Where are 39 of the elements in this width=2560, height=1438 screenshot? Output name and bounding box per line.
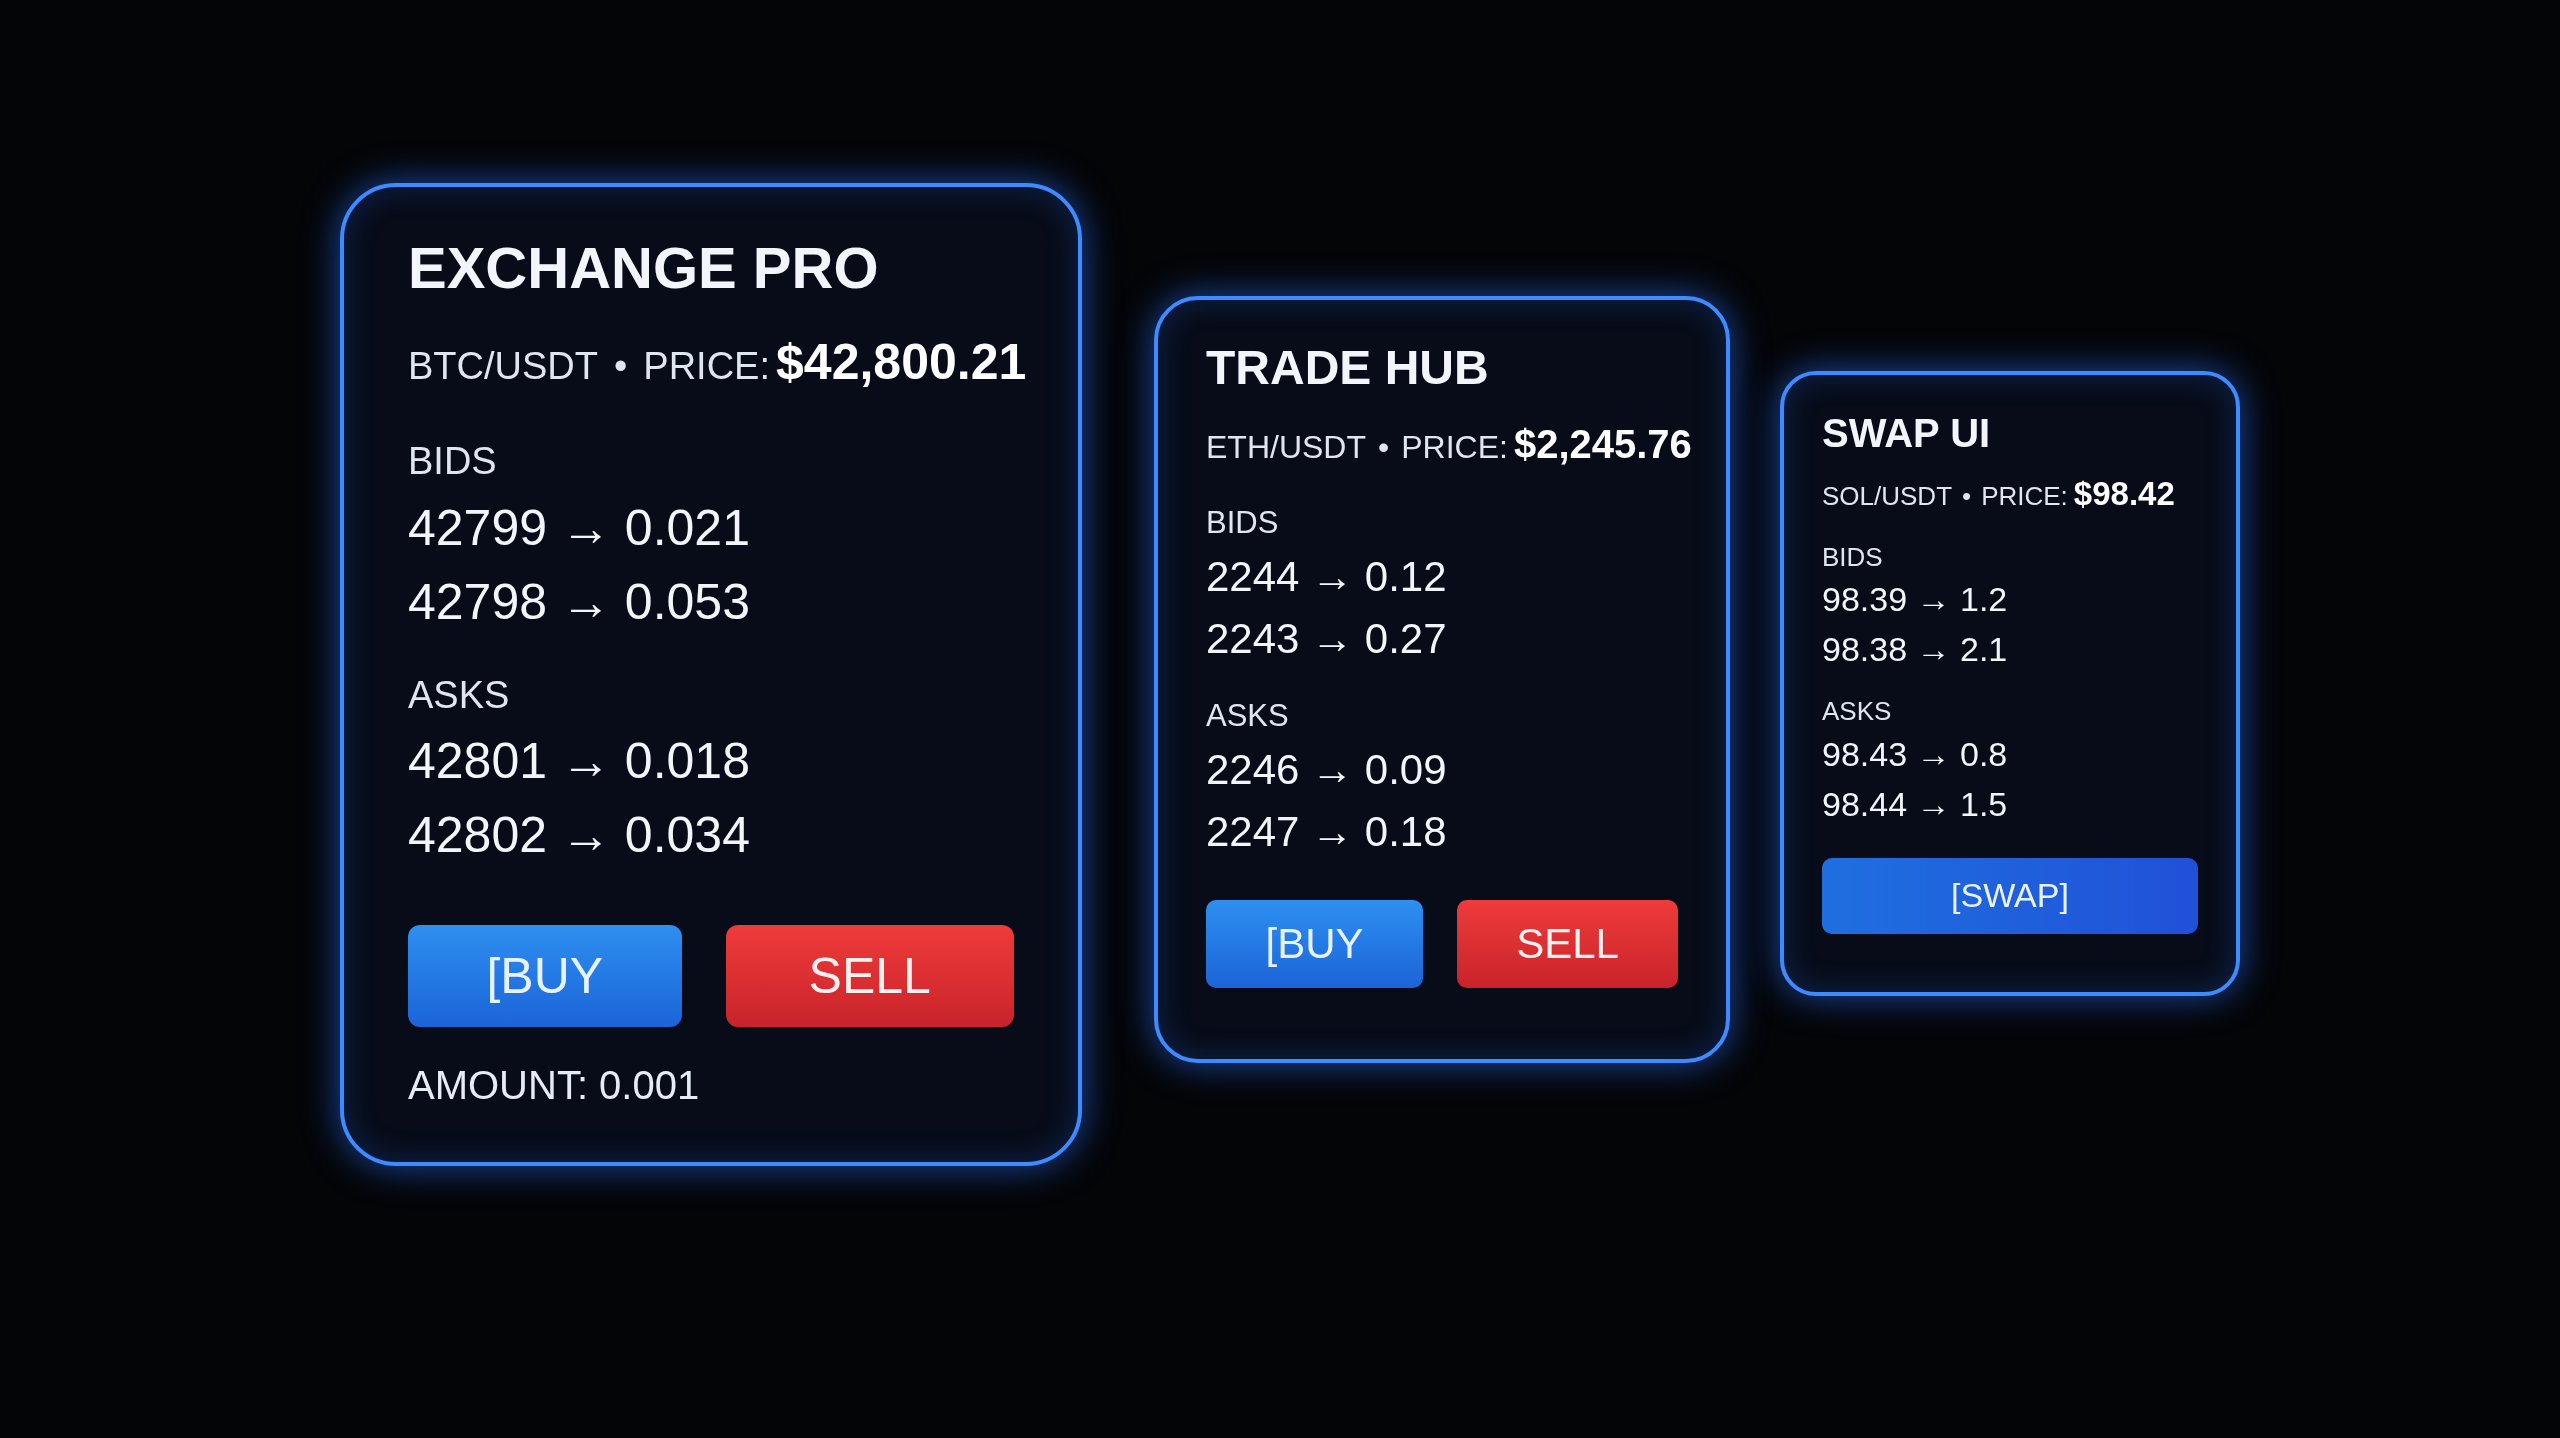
order-row-text: 42801 → 0.018	[408, 732, 751, 791]
separator-dot: •	[614, 344, 628, 389]
order-row-text: 42798 → 0.053	[408, 572, 751, 632]
order-row-text: 2243 → 0.27	[1206, 613, 1448, 664]
order-row-text: 2247 → 0.18	[1206, 806, 1448, 857]
price-label: PRICE:	[1401, 428, 1508, 467]
card-title: SWAP UI	[1822, 413, 1992, 453]
order-row-text: 98.39 → 1.2	[1822, 579, 2009, 620]
section-label: ASKS	[1206, 696, 1290, 735]
order-row-text: 98.43 → 0.8	[1822, 733, 2009, 775]
buy-button[interactable]: [BUY	[408, 925, 682, 1027]
section-label: BIDS	[1206, 504, 1280, 542]
order-row-text: 98.44 → 1.5	[1822, 783, 2009, 825]
section-label: ASKS	[1822, 695, 1893, 728]
section-label: BIDS	[408, 439, 498, 484]
sell-button[interactable]: SELL	[725, 925, 1014, 1027]
card-title: EXCHANGE PRO	[408, 239, 880, 297]
price-value: $2,245.76	[1513, 421, 1692, 468]
card-title: TRADE HUB	[1206, 344, 1490, 392]
price-value: $98.42	[2073, 474, 2175, 514]
price-label: PRICE:	[1981, 480, 2068, 513]
section-label: ASKS	[408, 672, 511, 718]
price-label: PRICE:	[643, 344, 770, 389]
buy-button[interactable]: [BUY	[1206, 899, 1423, 988]
price-value: $42,800.21	[776, 333, 1027, 392]
amount-text: AMOUNT: 0.001	[408, 1062, 701, 1109]
separator-dot: •	[1962, 480, 1972, 513]
trading-pair: ETH/USDT	[1206, 428, 1366, 467]
order-row-text: 42799 → 0.021	[408, 498, 751, 558]
order-row-text: 98.38 → 2.1	[1822, 629, 2009, 670]
swap-button[interactable]: [SWAP]	[1822, 857, 2198, 934]
section-label: BIDS	[1822, 540, 1884, 573]
trading-pair: BTC/USDT	[408, 344, 598, 389]
sell-button[interactable]: SELL	[1457, 899, 1678, 988]
order-row-text: 42802 → 0.034	[408, 806, 751, 865]
order-row-text: 2244 → 0.12	[1206, 551, 1448, 602]
separator-dot: •	[1378, 428, 1390, 467]
trading-pair: SOL/USDT	[1822, 480, 1953, 513]
order-row-text: 2246 → 0.09	[1206, 744, 1448, 795]
